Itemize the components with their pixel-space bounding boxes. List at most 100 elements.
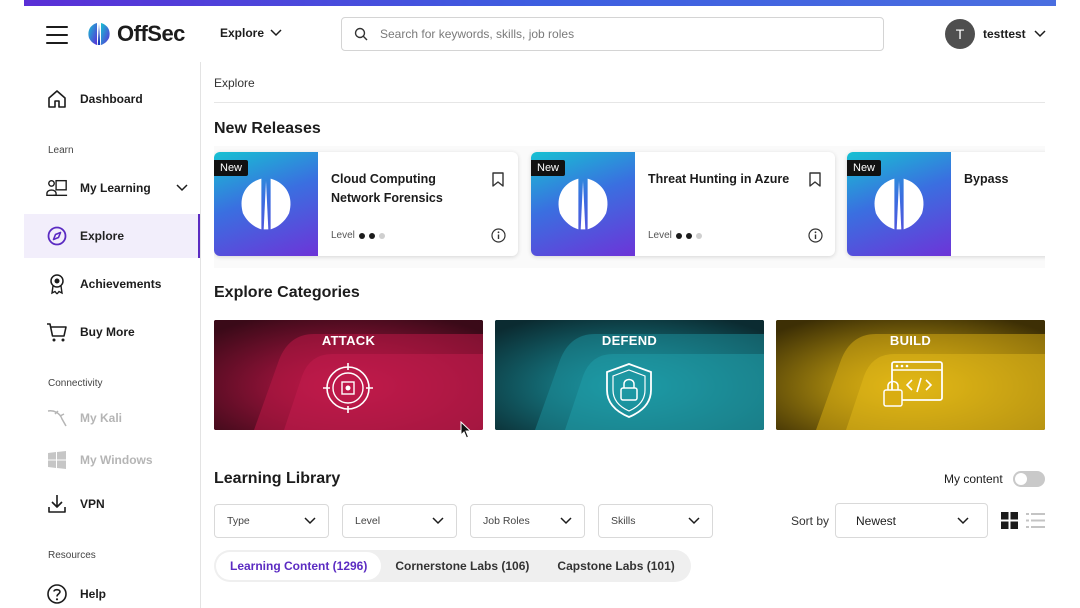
menu-icon[interactable] bbox=[46, 26, 68, 44]
chevron-down-icon bbox=[688, 517, 700, 525]
explore-dropdown-label: Explore bbox=[220, 26, 265, 40]
new-badge: New bbox=[531, 160, 566, 176]
sidebar-item-label: Buy More bbox=[80, 325, 135, 339]
sidebar-item-label: Help bbox=[80, 587, 107, 601]
level-dot bbox=[675, 232, 682, 239]
info-icon[interactable] bbox=[491, 228, 506, 243]
level-dot bbox=[695, 232, 702, 239]
user-menu[interactable]: T testtest bbox=[945, 19, 1046, 49]
section-label-resources: Resources bbox=[48, 550, 96, 561]
sidebar-item-label: My Learning bbox=[80, 181, 151, 195]
grid-view-icon[interactable] bbox=[1001, 512, 1018, 529]
sidebar-item-label: Achievements bbox=[80, 277, 162, 291]
chevron-down-icon bbox=[304, 517, 316, 525]
release-card[interactable]: New Threat Hunting in Azure Level bbox=[531, 152, 835, 256]
chevron-down-icon bbox=[432, 517, 444, 525]
sidebar-item-my-windows[interactable]: My Windows bbox=[24, 438, 200, 482]
help-icon bbox=[46, 583, 68, 605]
offsec-logo-icon bbox=[874, 178, 924, 230]
new-badge: New bbox=[214, 160, 249, 176]
compass-icon bbox=[46, 225, 68, 247]
new-releases-carousel: New Cloud Computing Network Forensics Le… bbox=[214, 146, 1045, 268]
tab-capstone-labs[interactable]: Capstone Labs (101) bbox=[543, 552, 688, 580]
level-indicator: Level bbox=[648, 230, 702, 241]
sort-value: Newest bbox=[856, 513, 897, 528]
release-card[interactable]: New Cloud Computing Network Forensics Le… bbox=[214, 152, 518, 256]
my-content-toggle[interactable] bbox=[1012, 471, 1045, 487]
mouse-cursor-icon bbox=[460, 421, 472, 439]
filter-skills[interactable]: Skills bbox=[598, 504, 713, 538]
explore-dropdown[interactable]: Explore bbox=[220, 26, 282, 40]
cart-icon bbox=[46, 321, 68, 343]
filter-type[interactable]: Type bbox=[214, 504, 329, 538]
breadcrumb[interactable]: Explore bbox=[214, 76, 255, 90]
filter-label: Level bbox=[355, 515, 381, 527]
chevron-down-icon bbox=[560, 517, 572, 525]
logo[interactable]: OffSec bbox=[86, 21, 185, 47]
filter-label: Job Roles bbox=[483, 515, 530, 527]
my-content-toggle-row: My content bbox=[944, 471, 1045, 487]
bookmark-icon[interactable] bbox=[809, 172, 821, 187]
sidebar-item-my-kali[interactable]: My Kali bbox=[24, 396, 200, 440]
learning-icon bbox=[46, 177, 68, 199]
sort-by-label: Sort by bbox=[791, 514, 830, 528]
new-badge: New bbox=[847, 160, 882, 176]
chevron-down-icon bbox=[1034, 30, 1046, 38]
sidebar-item-label: VPN bbox=[80, 497, 105, 511]
sort-select[interactable]: Newest bbox=[835, 503, 988, 538]
username: testtest bbox=[983, 27, 1026, 41]
tab-cornerstone-labs[interactable]: Cornerstone Labs (106) bbox=[381, 552, 543, 580]
level-dot bbox=[368, 232, 375, 239]
learning-library-heading: Learning Library bbox=[214, 470, 341, 487]
release-title: Threat Hunting in Azure bbox=[648, 172, 790, 186]
category-label: DEFEND bbox=[601, 333, 658, 348]
chevron-down-icon bbox=[270, 29, 282, 37]
filter-label: Type bbox=[227, 515, 250, 527]
section-label-connectivity: Connectivity bbox=[48, 378, 103, 389]
filter-label: Skills bbox=[611, 515, 636, 527]
my-content-label: My content bbox=[944, 472, 1003, 486]
search-input[interactable] bbox=[380, 27, 860, 41]
code-window-icon bbox=[883, 361, 943, 407]
filter-job-roles[interactable]: Job Roles bbox=[470, 504, 585, 538]
logo-text: OffSec bbox=[117, 21, 185, 46]
release-card[interactable]: New Bypass bbox=[847, 152, 1045, 256]
sidebar-item-my-learning[interactable]: My Learning bbox=[24, 166, 200, 210]
header: OffSec Explore T testtest bbox=[24, 6, 1056, 62]
windows-icon bbox=[46, 449, 68, 471]
sidebar-item-label: My Windows bbox=[80, 453, 153, 467]
divider bbox=[214, 102, 1045, 103]
library-tabs: Learning Content (1296) Cornerstone Labs… bbox=[214, 550, 691, 582]
sidebar-item-explore[interactable]: Explore bbox=[24, 214, 200, 258]
release-title: Cloud Computing Network Forensics bbox=[331, 172, 443, 205]
list-view-icon[interactable] bbox=[1026, 512, 1045, 529]
category-label: ATTACK bbox=[321, 333, 376, 348]
sidebar-item-achievements[interactable]: Achievements bbox=[24, 262, 200, 306]
offsec-logo-icon bbox=[88, 23, 110, 45]
level-dot bbox=[358, 232, 365, 239]
level-label: Level bbox=[648, 230, 672, 241]
filter-level[interactable]: Level bbox=[342, 504, 457, 538]
category-label: BUILD bbox=[889, 333, 932, 348]
release-thumbnail: New bbox=[214, 152, 318, 256]
sidebar-item-buy-more[interactable]: Buy More bbox=[24, 310, 200, 354]
level-indicator: Level bbox=[331, 230, 385, 241]
level-label: Level bbox=[331, 230, 355, 241]
sidebar-item-label: My Kali bbox=[80, 411, 123, 425]
tab-learning-content[interactable]: Learning Content (1296) bbox=[216, 552, 382, 580]
search-box[interactable] bbox=[341, 17, 884, 51]
new-releases-heading: New Releases bbox=[214, 120, 321, 137]
bookmark-icon[interactable] bbox=[492, 172, 504, 187]
info-icon[interactable] bbox=[808, 228, 823, 243]
chevron-down-icon[interactable] bbox=[176, 184, 188, 192]
sidebar-item-help[interactable]: Help bbox=[24, 572, 200, 608]
sidebar-item-vpn[interactable]: VPN bbox=[24, 482, 200, 526]
category-card-attack[interactable]: ATTACK bbox=[214, 320, 483, 430]
sidebar-item-label: Dashboard bbox=[80, 92, 143, 106]
category-card-build[interactable]: BUILD bbox=[776, 320, 1045, 430]
section-label-learn: Learn bbox=[48, 145, 74, 156]
sidebar-item-dashboard[interactable]: Dashboard bbox=[24, 77, 200, 121]
kali-icon bbox=[46, 407, 68, 429]
category-card-defend[interactable]: DEFEND bbox=[495, 320, 764, 430]
sidebar: Dashboard Learn My Learning Explore Achi… bbox=[24, 62, 201, 608]
